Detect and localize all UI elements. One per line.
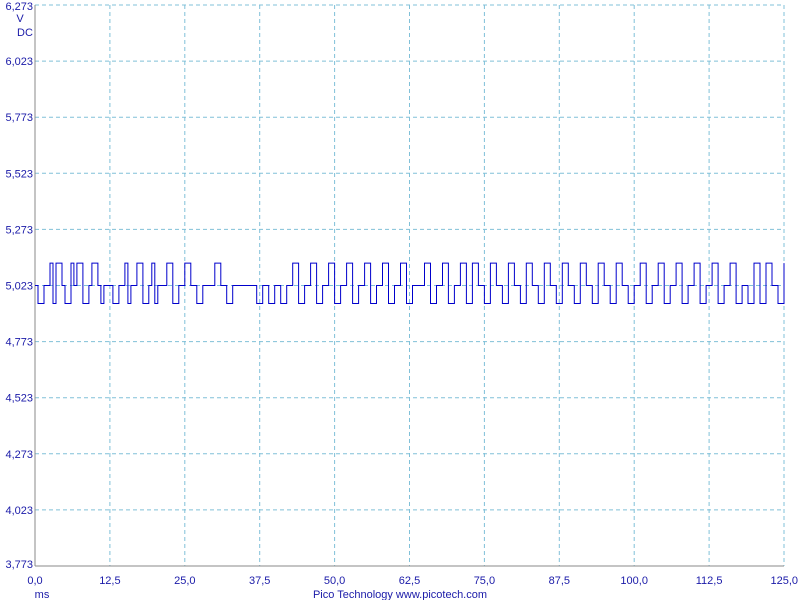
x-tick-label: 12,5 [99,575,120,587]
y-tick-label: 6,023 [5,56,33,68]
x-tick-label: 87,5 [549,575,570,587]
y-tick-label: 4,273 [5,449,33,461]
y-tick-label: 5,773 [5,112,33,124]
y-tick-label: 5,023 [5,281,33,293]
y-tick-label: 6,273 [5,1,33,13]
y-unit-label: V [16,13,24,25]
y-tick-label: 5,273 [5,224,33,236]
x-tick-label: 25,0 [174,575,195,587]
trace-series [35,262,785,304]
x-unit-label: ms [35,589,50,600]
x-tick-label: 100,0 [620,575,648,587]
coupling-label: DC [17,27,33,39]
y-tick-label: 4,523 [5,393,33,405]
y-tick-labels: 6,273 6,023 5,773 5,523 5,273 5,023 4,773 4,523… [5,1,33,571]
oscilloscope-chart: 6,273 6,023 5,773 5,523 5,273 5,023 4,773 4,523… [5,1,798,600]
x-tick-label: 62,5 [399,575,420,587]
voltage-trace-line [35,262,785,304]
x-tick-label: 37,5 [249,575,270,587]
y-tick-label: 5,523 [5,168,33,180]
y-tick-label: 3,773 [5,559,33,571]
x-tick-label: 75,0 [474,575,495,587]
y-tick-label: 4,773 [5,337,33,349]
x-tick-label: 112,5 [696,575,723,587]
y-tick-label: 4,023 [5,505,33,517]
x-tick-label: 125,0 [770,575,798,587]
x-tick-labels: 0,0 12,5 25,0 37,5 50,0 62,5 75,0 87,5 100,0 112,… [27,575,798,587]
x-tick-label: 0,0 [27,575,42,587]
x-tick-label: 50,0 [324,575,345,587]
footer-credit: Pico Technology www.picotech.com [313,589,487,600]
